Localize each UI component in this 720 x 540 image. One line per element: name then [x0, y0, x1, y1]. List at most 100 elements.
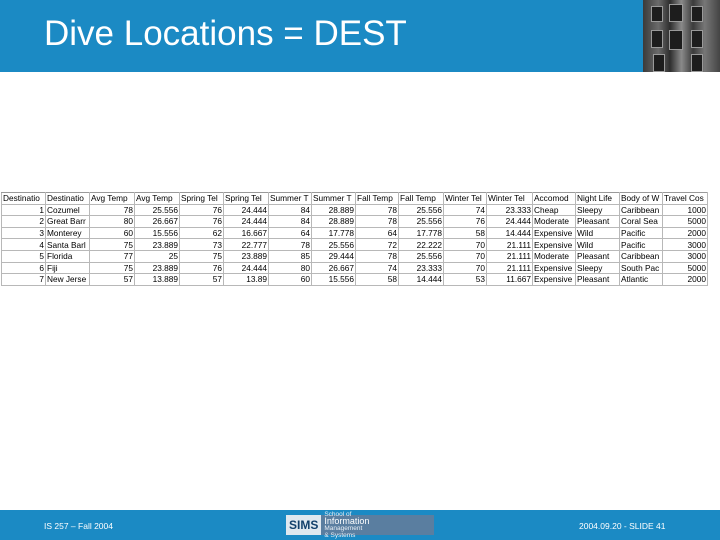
- table-cell: Expensive: [532, 261, 576, 275]
- table-cell: Moderate: [532, 215, 576, 228]
- table-cell: 28.889: [311, 203, 356, 217]
- table-cell: 77: [89, 249, 135, 263]
- table-cell: 57: [179, 273, 224, 286]
- slide-number: 2004.09.20 - SLIDE 41: [579, 521, 666, 531]
- table-cell: 78: [89, 203, 135, 217]
- table-cell: 1000: [662, 203, 708, 217]
- table-cell: 14.444: [398, 273, 444, 286]
- table-cell: 70: [443, 249, 487, 263]
- table-cell: Cozumel: [45, 203, 90, 217]
- table-cell: Florida: [45, 249, 90, 263]
- table-cell: 78: [355, 215, 399, 228]
- table-cell: 23.333: [486, 203, 533, 217]
- table-cell: 24.444: [223, 261, 269, 275]
- table-cell: 5: [1, 249, 46, 263]
- table-cell: 3000: [662, 249, 708, 263]
- table-cell: Pleasant: [575, 249, 620, 263]
- table-cell: 75: [89, 238, 135, 251]
- sims-logo-line2: Information: [324, 516, 370, 526]
- table-cell: 2000: [662, 273, 708, 286]
- table-cell: 25.556: [398, 249, 444, 263]
- table-cell: Fiji: [45, 261, 90, 275]
- table-cell: Wild: [575, 238, 620, 251]
- table-header-row: Destinatio Destinatio Avg Temp Avg Temp Spri…: [1, 192, 708, 205]
- table-cell: 64: [268, 226, 312, 240]
- course-label: IS 257 – Fall 2004: [44, 521, 113, 531]
- column-header: Summer T: [311, 192, 356, 205]
- table-cell: 80: [268, 261, 312, 275]
- table-cell: South Pac: [619, 261, 663, 275]
- table-cell: Pleasant: [575, 273, 620, 286]
- table-cell: Cheap: [532, 203, 576, 217]
- table-cell: Expensive: [532, 273, 576, 286]
- table-cell: Wild: [575, 226, 620, 240]
- column-header: Winter Tel: [443, 192, 487, 205]
- table-row: 4 Santa Barl 75 23.889 73 22.777 78 25.556 72 22.…: [1, 238, 708, 251]
- table-row: 1 Cozumel 78 25.556 76 24.444 84 28.889 78 25.556…: [1, 203, 708, 217]
- table-cell: 76: [179, 203, 224, 217]
- table-cell: 2000: [662, 226, 708, 240]
- table-cell: 85: [268, 249, 312, 263]
- table-cell: 24.444: [486, 215, 533, 228]
- table-cell: 21.111: [486, 249, 533, 263]
- table-cell: 29.444: [311, 249, 356, 263]
- column-header: Avg Temp: [89, 192, 135, 205]
- table-cell: 26.667: [134, 215, 180, 228]
- table-cell: 78: [355, 249, 399, 263]
- title-bar: Dive Locations = DEST: [0, 0, 720, 72]
- table-cell: 74: [355, 261, 399, 275]
- table-cell: 25.556: [398, 215, 444, 228]
- table-cell: 23.889: [223, 249, 269, 263]
- table-cell: 53: [443, 273, 487, 286]
- table-cell: 21.111: [486, 238, 533, 251]
- table-cell: 17.778: [398, 226, 444, 240]
- table-cell: Atlantic: [619, 273, 663, 286]
- column-header: Summer T: [268, 192, 312, 205]
- table-cell: 16.667: [223, 226, 269, 240]
- table-cell: 60: [268, 273, 312, 286]
- table-cell: 13.89: [223, 273, 269, 286]
- table-cell: 78: [355, 203, 399, 217]
- column-header: Body of W: [619, 192, 663, 205]
- table-cell: Expensive: [532, 226, 576, 240]
- table-cell: Expensive: [532, 238, 576, 251]
- table-cell: 62: [179, 226, 224, 240]
- column-header: Avg Temp: [134, 192, 180, 205]
- column-header: Fall Temp: [355, 192, 399, 205]
- table-cell: 25.556: [134, 203, 180, 217]
- table-cell: 84: [268, 215, 312, 228]
- table-cell: 1: [1, 203, 46, 217]
- table-cell: 76: [443, 215, 487, 228]
- table-cell: 3: [1, 226, 46, 240]
- table-cell: 64: [355, 226, 399, 240]
- table-cell: 14.444: [486, 226, 533, 240]
- table-cell: 2: [1, 215, 46, 228]
- slide-title: Dive Locations = DEST: [44, 14, 407, 53]
- table-cell: 58: [443, 226, 487, 240]
- table-cell: 22.777: [223, 238, 269, 251]
- table-cell: 72: [355, 238, 399, 251]
- column-header: Destinatio: [1, 192, 46, 205]
- table-cell: 23.333: [398, 261, 444, 275]
- table-cell: 5000: [662, 215, 708, 228]
- sims-logo-main: SIMS: [286, 515, 322, 535]
- table-cell: 23.889: [134, 261, 180, 275]
- table-cell: 84: [268, 203, 312, 217]
- table-cell: Moderate: [532, 249, 576, 263]
- table-cell: 25: [134, 249, 180, 263]
- table-cell: Sleepy: [575, 261, 620, 275]
- sims-logo-line4: & Systems: [324, 532, 356, 539]
- table-cell: 13.889: [134, 273, 180, 286]
- table-cell: 6: [1, 261, 46, 275]
- table-cell: Pleasant: [575, 215, 620, 228]
- column-header: Accomod: [532, 192, 576, 205]
- table-cell: 24.444: [223, 203, 269, 217]
- table-cell: 74: [443, 203, 487, 217]
- table-cell: 78: [268, 238, 312, 251]
- table-cell: 3000: [662, 238, 708, 251]
- table-cell: 75: [179, 249, 224, 263]
- table-cell: Great Barr: [45, 215, 90, 228]
- table-cell: Sleepy: [575, 203, 620, 217]
- table-cell: 70: [443, 238, 487, 251]
- sims-logo-line3: Management: [324, 525, 363, 532]
